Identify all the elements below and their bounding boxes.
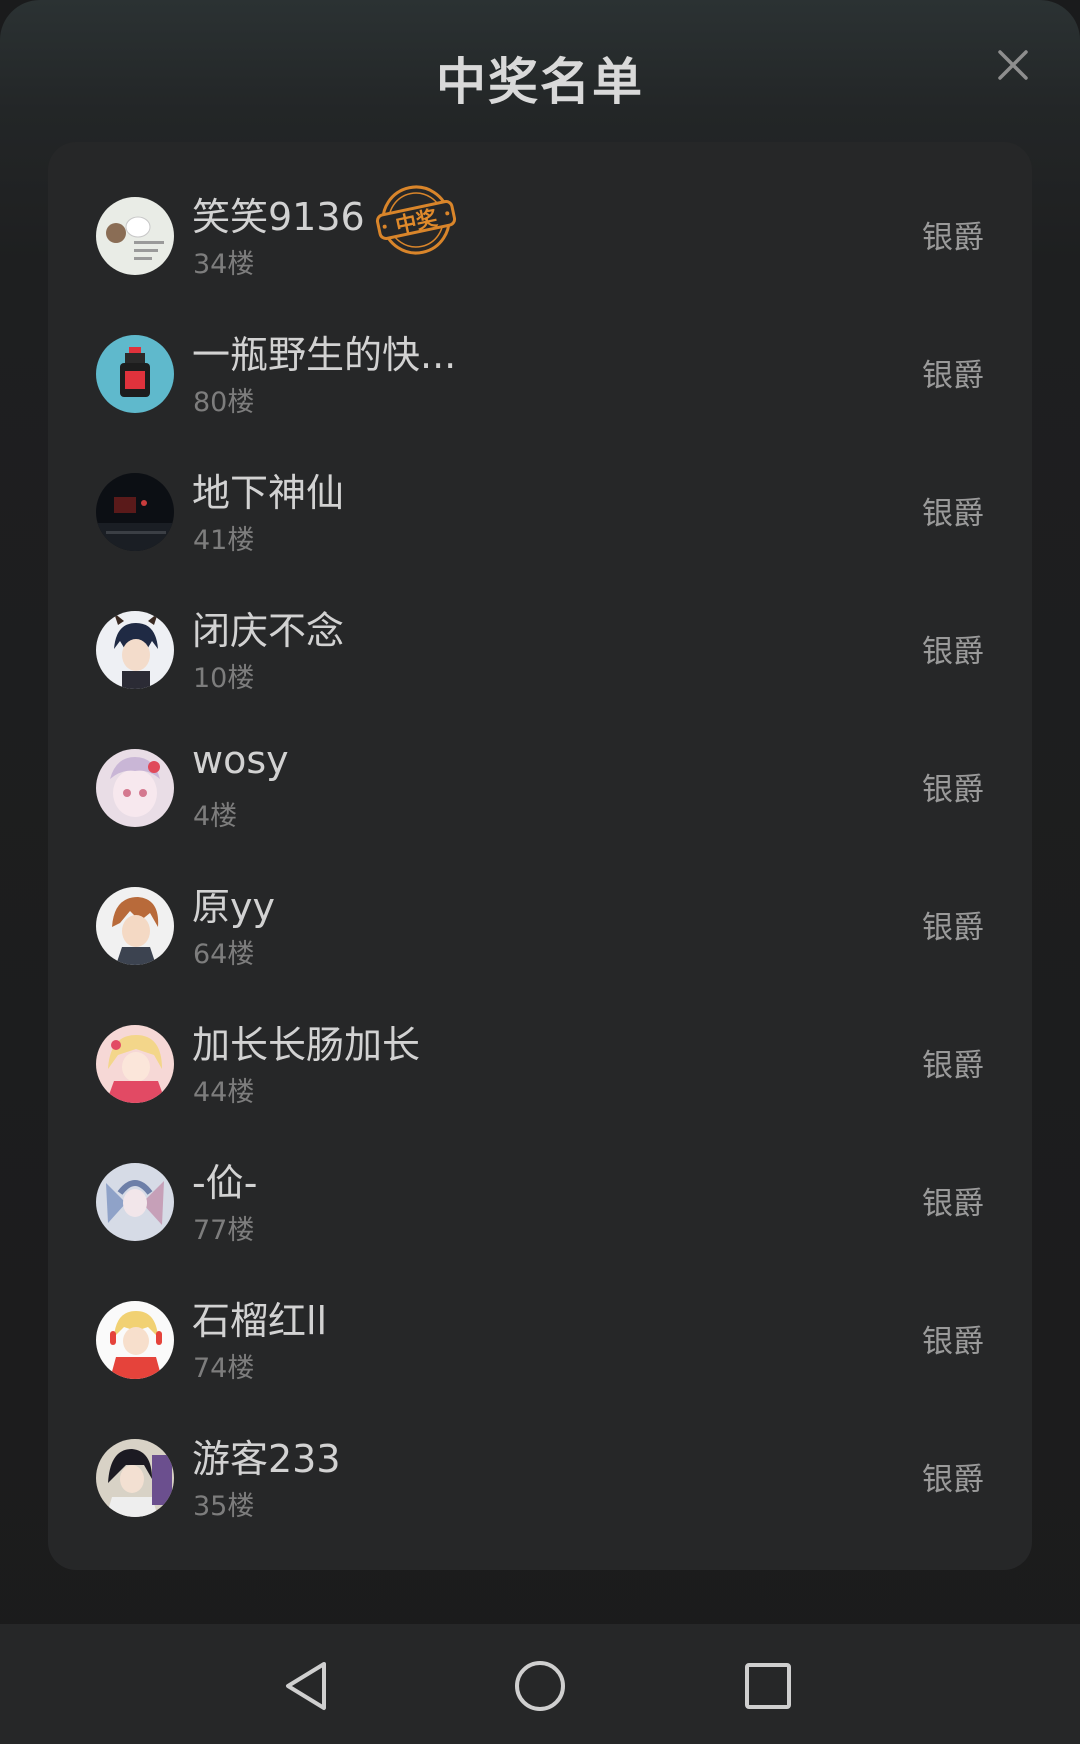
avatar [96,197,174,275]
dialog-title: 中奖名单 [436,53,644,111]
prize-label: 银爵 [922,220,984,256]
winner-floor: 80楼 [193,387,255,418]
winner-floor: 77楼 [193,1215,255,1246]
winner-name: 原yy [192,885,275,929]
winner-list: 笑笑9136 34楼 中奖 银爵 一瓶野生的快... 80楼 银爵 地下神仙 4… [48,142,1032,1570]
recents-square-icon[interactable] [740,1658,796,1714]
prize-label: 银爵 [922,1186,984,1222]
list-item[interactable]: wosy 4楼 银爵 [48,718,1032,856]
avatar [96,611,174,689]
winner-name: -佡- [192,1161,258,1205]
winner-floor: 10楼 [193,663,255,694]
winner-floor: 64楼 [193,939,255,970]
prize-label: 银爵 [922,772,984,808]
avatar [96,887,174,965]
prize-label: 银爵 [922,496,984,532]
prize-label: 银爵 [922,1048,984,1084]
winner-name: wosy [192,738,289,782]
list-item[interactable]: -佡- 77楼 银爵 [48,1132,1032,1270]
winner-floor: 44楼 [193,1077,255,1108]
winner-name: 石榴红ll [192,1299,328,1343]
list-item[interactable]: 一瓶野生的快... 80楼 银爵 [48,304,1032,442]
winner-floor: 35楼 [193,1491,255,1522]
prize-label: 银爵 [922,1324,984,1360]
avatar [96,1439,174,1517]
avatar [96,1163,174,1241]
close-icon[interactable] [990,42,1036,88]
winner-floor: 34楼 [193,249,255,280]
prize-label: 银爵 [922,358,984,394]
winner-name: 闭庆不念 [192,609,345,653]
avatar [96,335,174,413]
avatar [96,1025,174,1103]
winner-name: 一瓶野生的快... [192,333,457,377]
list-item[interactable]: 石榴红ll 74楼 银爵 [48,1270,1032,1408]
avatar [96,749,174,827]
winner-name: 加长长肠加长 [192,1023,421,1067]
winner-name: 地下神仙 [192,471,345,515]
home-circle-icon[interactable] [512,1658,568,1714]
prize-label: 银爵 [922,634,984,670]
avatar [96,1301,174,1379]
winner-name: 游客233 [192,1437,341,1481]
list-item[interactable]: 游客233 35楼 银爵 [48,1408,1032,1546]
winner-floor: 4楼 [193,801,238,832]
prize-label: 银爵 [922,910,984,946]
winner-name: 笑笑9136 [192,195,365,239]
list-item[interactable]: 加长长肠加长 44楼 银爵 [48,994,1032,1132]
back-triangle-icon[interactable] [280,1658,336,1714]
prize-label: 银爵 [922,1462,984,1498]
list-item[interactable]: 原yy 64楼 银爵 [48,856,1032,994]
winner-floor: 74楼 [193,1353,255,1384]
winner-list-dialog: 中奖名单 笑笑9136 34楼 中奖 银爵 一瓶野生的快... 80楼 银爵 地… [0,0,1080,1744]
system-navigation-bar [0,1624,1080,1744]
winner-floor: 41楼 [193,525,255,556]
winner-badge-icon: 中奖 [374,182,458,258]
list-item[interactable]: 闭庆不念 10楼 银爵 [48,580,1032,718]
list-item[interactable]: 笑笑9136 34楼 中奖 银爵 [48,166,1032,304]
list-item[interactable]: 地下神仙 41楼 银爵 [48,442,1032,580]
avatar [96,473,174,551]
